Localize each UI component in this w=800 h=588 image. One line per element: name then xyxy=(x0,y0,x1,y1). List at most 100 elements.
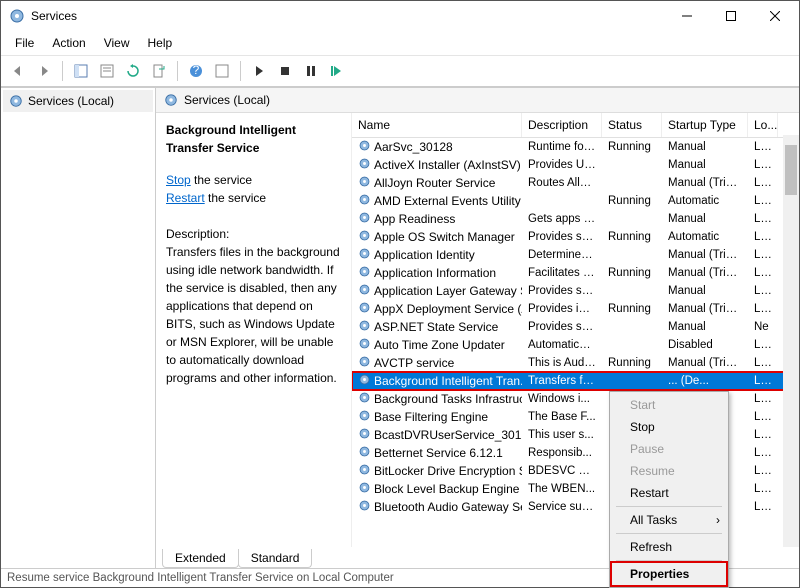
service-logon: Loc xyxy=(748,140,778,154)
service-row[interactable]: Application InformationFacilitates th...… xyxy=(352,264,799,282)
restart-service-button[interactable] xyxy=(326,60,348,82)
tree-pane: Services (Local) xyxy=(1,88,156,568)
ctx-all-tasks[interactable]: All Tasks xyxy=(612,509,726,531)
col-description[interactable]: Description xyxy=(522,113,602,137)
service-status: Running xyxy=(602,356,662,370)
menu-action[interactable]: Action xyxy=(44,33,93,53)
service-row[interactable]: AllJoyn Router ServiceRoutes AllJo...Man… xyxy=(352,174,799,192)
col-status[interactable]: Status xyxy=(602,113,662,137)
show-hide-tree-button[interactable] xyxy=(70,60,92,82)
menu-view[interactable]: View xyxy=(96,33,138,53)
col-startup[interactable]: Startup Type xyxy=(662,113,748,137)
service-row[interactable]: Betternet Service 6.12.1Responsib...Loc xyxy=(352,444,799,462)
gear-icon xyxy=(358,445,371,461)
service-row[interactable]: AMD External Events UtilityRunningAutoma… xyxy=(352,192,799,210)
gear-icon xyxy=(358,283,371,299)
service-startup: Manual xyxy=(662,158,748,172)
service-row[interactable]: AVCTP serviceThis is Audio...RunningManu… xyxy=(352,354,799,372)
gear-icon xyxy=(358,193,371,209)
menu-file[interactable]: File xyxy=(7,33,42,53)
start-service-button[interactable] xyxy=(248,60,270,82)
service-row[interactable]: Application Layer Gateway S...Provides s… xyxy=(352,282,799,300)
forward-button[interactable] xyxy=(33,60,55,82)
description-body: Transfers files in the background using … xyxy=(166,243,341,387)
stop-link[interactable]: Stop xyxy=(166,173,191,187)
gear-icon xyxy=(358,391,371,407)
service-row[interactable]: Application IdentityDetermines ...Manual… xyxy=(352,246,799,264)
service-row[interactable]: BitLocker Drive Encryption S...BDESVC ho… xyxy=(352,462,799,480)
tab-extended[interactable]: Extended xyxy=(162,549,239,568)
ctx-refresh[interactable]: Refresh xyxy=(612,536,726,558)
ctx-pause[interactable]: Pause xyxy=(612,438,726,460)
vertical-scrollbar[interactable] xyxy=(783,135,799,547)
service-name: Bluetooth Audio Gateway Se... xyxy=(374,500,522,514)
service-logon: Loc xyxy=(748,482,778,496)
service-row[interactable]: Bluetooth Audio Gateway Se...Service sup… xyxy=(352,498,799,516)
service-status: Running xyxy=(602,194,662,208)
service-row[interactable]: Base Filtering EngineThe Base F...Loc xyxy=(352,408,799,426)
service-logon: Loc xyxy=(748,392,778,406)
export-button[interactable] xyxy=(148,60,170,82)
gear-icon xyxy=(358,301,371,317)
service-row[interactable]: ActiveX Installer (AxInstSV)Provides Use… xyxy=(352,156,799,174)
service-row[interactable]: Background Tasks Infrastruc...Windows i.… xyxy=(352,390,799,408)
detail-panel: Background Intelligent Transfer Service … xyxy=(156,113,351,547)
service-desc: Routes AllJo... xyxy=(522,176,602,190)
ctx-start[interactable]: Start xyxy=(612,394,726,416)
service-name: Background Tasks Infrastruc... xyxy=(374,392,522,406)
service-name: AarSvc_30128 xyxy=(374,140,453,154)
tree-root-node[interactable]: Services (Local) xyxy=(3,90,153,112)
close-button[interactable] xyxy=(753,1,797,31)
stop-service-button[interactable] xyxy=(274,60,296,82)
ctx-restart[interactable]: Restart xyxy=(612,482,726,504)
pause-service-button[interactable] xyxy=(300,60,322,82)
service-logon: Loc xyxy=(748,428,778,442)
menu-bar: File Action View Help xyxy=(1,31,799,56)
restart-link[interactable]: Restart xyxy=(166,191,205,205)
service-logon: Loc xyxy=(748,410,778,424)
service-desc: BDESVC ho... xyxy=(522,464,602,478)
service-row[interactable]: Block Level Backup Engine S...The WBEN..… xyxy=(352,480,799,498)
gear-icon xyxy=(358,355,371,371)
service-row[interactable]: Apple OS Switch ManagerProvides sup...Ru… xyxy=(352,228,799,246)
service-desc: Responsib... xyxy=(522,446,602,460)
maximize-button[interactable] xyxy=(709,1,753,31)
toolbar: ? xyxy=(1,56,799,87)
service-row[interactable]: App ReadinessGets apps re...ManualLoc xyxy=(352,210,799,228)
service-row[interactable]: Background Intelligent Tran...Transfers … xyxy=(352,372,799,390)
help-button[interactable]: ? xyxy=(185,60,207,82)
service-startup: Manual (Trigg... xyxy=(662,248,748,262)
tab-standard[interactable]: Standard xyxy=(238,549,313,568)
service-logon: Loc xyxy=(748,230,778,244)
service-row[interactable]: ASP.NET State ServiceProvides sup...Manu… xyxy=(352,318,799,336)
ctx-resume[interactable]: Resume xyxy=(612,460,726,482)
service-row[interactable]: AarSvc_30128Runtime for ...RunningManual… xyxy=(352,138,799,156)
scroll-thumb[interactable] xyxy=(785,145,797,195)
gear-icon xyxy=(358,265,371,281)
service-row[interactable]: Auto Time Zone UpdaterAutomaticall...Dis… xyxy=(352,336,799,354)
properties-button[interactable] xyxy=(96,60,118,82)
col-logon[interactable]: Lo... xyxy=(748,113,778,137)
service-startup: Manual (Trigg... xyxy=(662,356,748,370)
service-desc: The Base F... xyxy=(522,410,602,424)
service-logon: Ne xyxy=(748,320,778,334)
service-desc: Automaticall... xyxy=(522,338,602,352)
service-desc: The WBEN... xyxy=(522,482,602,496)
service-startup: Manual xyxy=(662,284,748,298)
service-name: Apple OS Switch Manager xyxy=(374,230,515,244)
minimize-button[interactable] xyxy=(665,1,709,31)
service-row[interactable]: AppX Deployment Service (A...Provides in… xyxy=(352,300,799,318)
ctx-properties[interactable]: Properties xyxy=(612,563,726,585)
help2-button[interactable] xyxy=(211,60,233,82)
col-name[interactable]: Name xyxy=(352,113,522,137)
menu-help[interactable]: Help xyxy=(140,33,181,53)
refresh-button[interactable] xyxy=(122,60,144,82)
gear-icon xyxy=(358,463,371,479)
description-header: Description: xyxy=(166,225,341,243)
back-button[interactable] xyxy=(7,60,29,82)
service-status: Running xyxy=(602,266,662,280)
service-row[interactable]: BcastDVRUserService_30128This user s...L… xyxy=(352,426,799,444)
ctx-stop[interactable]: Stop xyxy=(612,416,726,438)
service-desc: Provides sup... xyxy=(522,230,602,244)
service-logon: Loc xyxy=(748,194,778,208)
